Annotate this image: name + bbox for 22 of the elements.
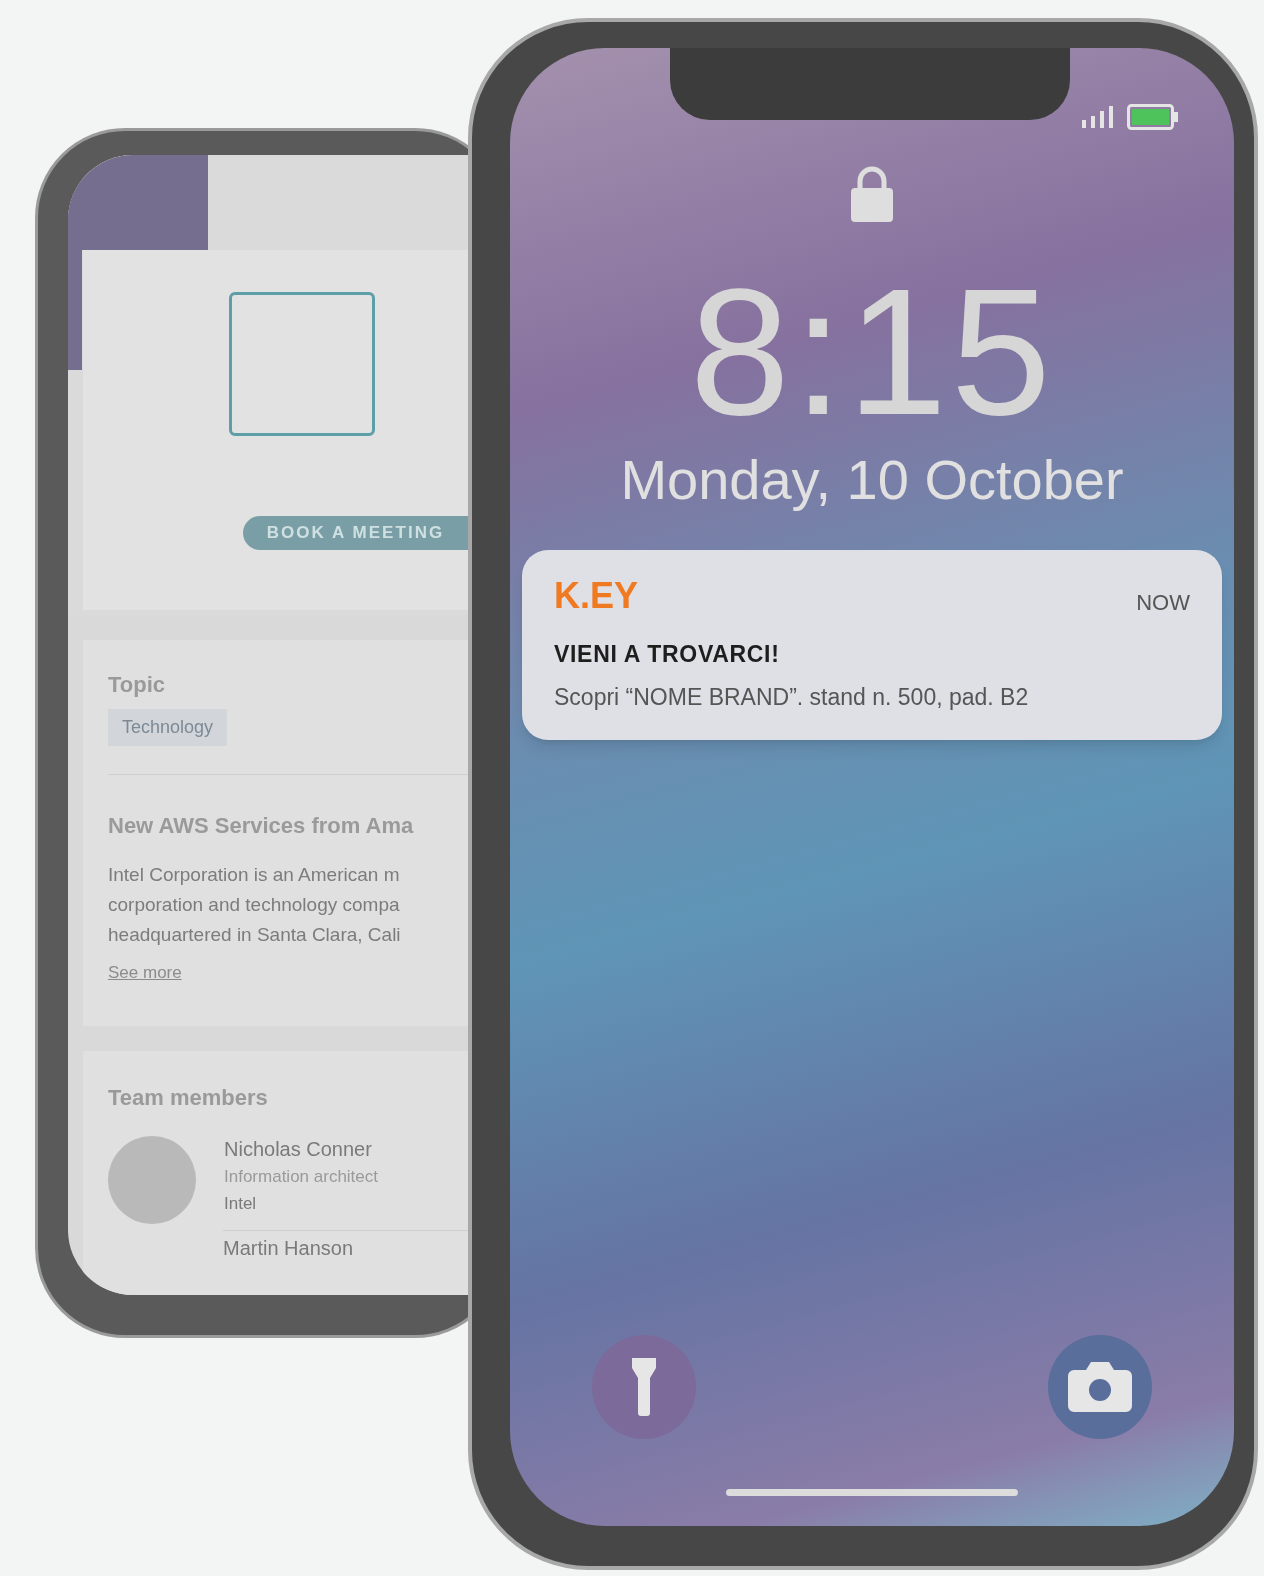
notification-body: Scopri “NOME BRAND”. stand n. 500, pad. B2 <box>554 682 1030 712</box>
battery-icon <box>1127 104 1179 130</box>
flashlight-icon <box>632 1358 656 1416</box>
notification-card[interactable]: K.EY NOW VIENI A TROVARCI! Scopri “NOME BRAND”. stand n. 500, pad. B2 <box>522 550 1222 740</box>
book-meeting-button[interactable]: BOOK A MEETING <box>243 516 468 550</box>
camera-icon <box>1068 1362 1132 1412</box>
article-title: New AWS Services from Ama <box>108 812 415 840</box>
signal-icon <box>1080 106 1116 128</box>
member-name: Martin Hanson <box>223 1235 354 1261</box>
member-company: Intel <box>224 1193 258 1215</box>
article-text: Intel Corporation is an American m corporation and technology compa headquartered in Santa Clara, Cali <box>108 863 402 947</box>
notification-time: NOW <box>1136 589 1190 617</box>
lock-icon <box>851 166 893 222</box>
member-name: Nicholas Conner <box>224 1136 373 1162</box>
topic-heading: Topic <box>108 671 167 699</box>
app-name: K.EY <box>554 578 639 614</box>
topic-tag: Technology <box>108 709 228 746</box>
see-more-link[interactable]: See more <box>108 960 468 986</box>
notification-title: VIENI A TROVARCI! <box>554 640 781 669</box>
clock-time: 8:15 <box>689 262 1055 442</box>
member-role: Information architect <box>224 1165 378 1188</box>
team-heading: Team members <box>108 1083 269 1112</box>
